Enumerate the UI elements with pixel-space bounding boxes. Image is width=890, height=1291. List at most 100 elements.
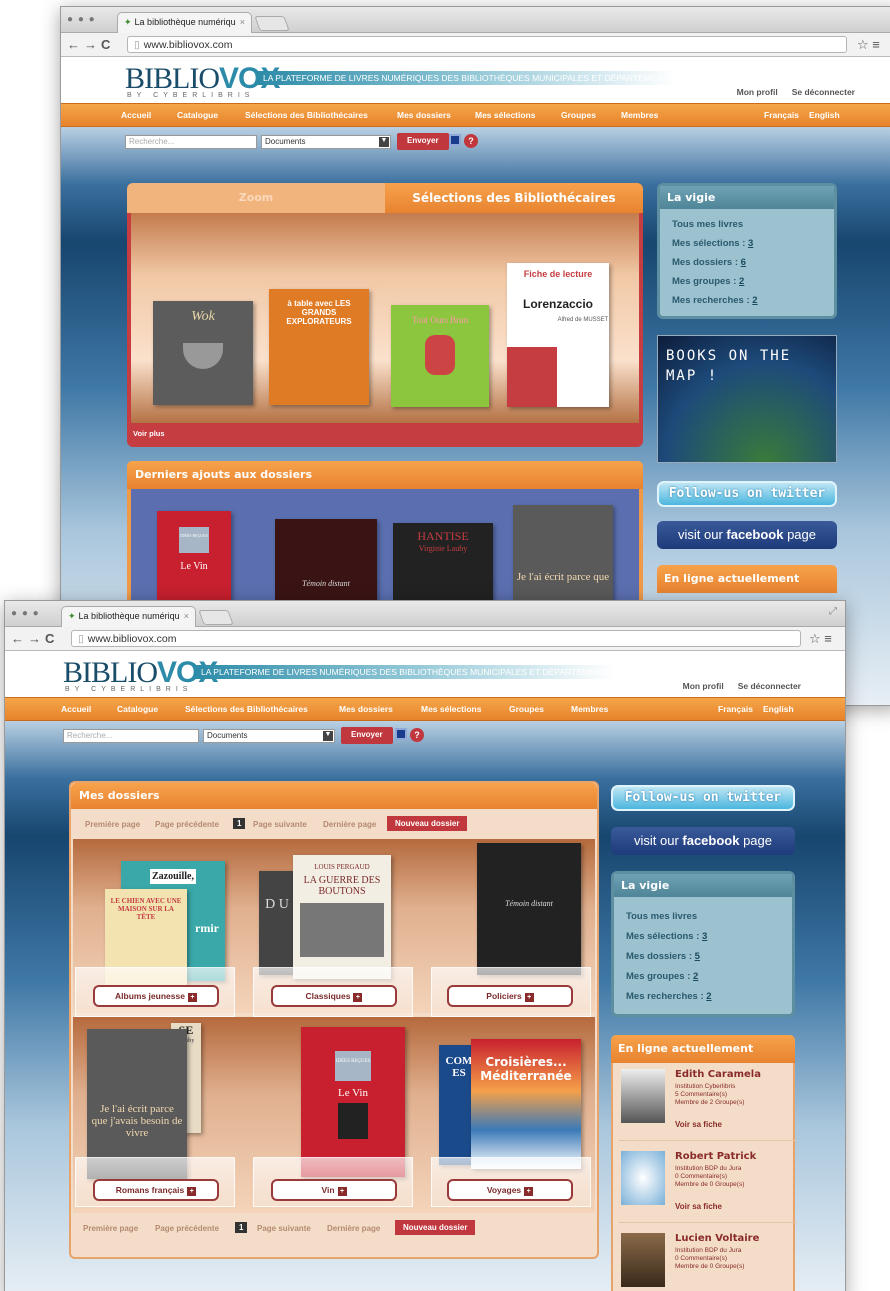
vigie-tous-mes-livres[interactable]: Tous mes livres bbox=[626, 907, 780, 927]
vigie-mes-recherches[interactable]: Mes recherches : 2 bbox=[626, 987, 780, 1007]
pager-first[interactable]: Première page bbox=[83, 1224, 138, 1233]
menu-mes-selections[interactable]: Mes sélections bbox=[475, 110, 535, 120]
member-name[interactable]: Edith Caramela bbox=[675, 1069, 761, 1080]
menu-accueil[interactable]: Accueil bbox=[121, 110, 151, 120]
book-cover[interactable]: à table avec LES GRANDS EXPLORATEURS bbox=[269, 289, 369, 405]
member-name[interactable]: Robert Patrick bbox=[675, 1151, 756, 1162]
lang-francais[interactable]: Français bbox=[718, 704, 753, 714]
book-cover[interactable]: D U bbox=[259, 871, 295, 975]
dossier-albums-jeunesse[interactable]: Albums jeunesse + bbox=[93, 985, 219, 1007]
address-bar[interactable]: ▯ www.bibliovox.com bbox=[127, 36, 847, 53]
close-tab-icon[interactable]: × bbox=[240, 17, 245, 27]
add-icon[interactable]: + bbox=[187, 1187, 197, 1196]
profile-link[interactable]: Mon profil bbox=[683, 681, 724, 691]
search-button[interactable]: Envoyer bbox=[341, 727, 393, 744]
dossier-romans-francais[interactable]: Romans français + bbox=[93, 1179, 219, 1201]
book-cover[interactable]: Fiche de lecture Lorenzaccio Alfred de M… bbox=[507, 263, 609, 407]
add-icon[interactable]: + bbox=[187, 993, 197, 1002]
menu-mes-dossiers[interactable]: Mes dossiers bbox=[397, 110, 451, 120]
menu-membres[interactable]: Membres bbox=[571, 704, 608, 714]
browser-tab[interactable]: ✦ La bibliothèque numériqu × bbox=[61, 606, 196, 627]
add-icon[interactable]: + bbox=[524, 1187, 534, 1196]
bookmark-star-icon[interactable]: ☆ ≡ bbox=[857, 37, 880, 53]
pager-next[interactable]: Page suivante bbox=[257, 1224, 311, 1233]
help-icon[interactable]: ? bbox=[410, 728, 424, 742]
search-input[interactable]: Recherche... bbox=[125, 135, 257, 149]
menu-groupes[interactable]: Groupes bbox=[509, 704, 544, 714]
book-cover[interactable]: LOUIS PERGAUD LA GUERRE DES BOUTONS bbox=[293, 855, 391, 979]
search-type-select[interactable]: Documents ▼ bbox=[261, 135, 391, 149]
menu-groupes[interactable]: Groupes bbox=[561, 110, 596, 120]
avatar[interactable] bbox=[621, 1069, 665, 1123]
browser-tab[interactable]: ✦ La bibliothèque numériqu × bbox=[117, 12, 252, 33]
dossier-vin[interactable]: Vin + bbox=[271, 1179, 397, 1201]
vigie-mes-dossiers[interactable]: Mes dossiers : 5 bbox=[626, 947, 780, 967]
pager-last[interactable]: Dernière page bbox=[327, 1224, 380, 1233]
facebook-button[interactable]: visit our facebook page bbox=[657, 521, 837, 549]
menu-catalogue[interactable]: Catalogue bbox=[117, 704, 158, 714]
add-icon[interactable]: + bbox=[524, 993, 534, 1002]
close-tab-icon[interactable]: × bbox=[184, 611, 189, 621]
menu-selections-bibliothecaires[interactable]: Sélections des Bibliothécaires bbox=[245, 110, 368, 120]
menu-catalogue[interactable]: Catalogue bbox=[177, 110, 218, 120]
bookmark-star-icon[interactable]: ☆ ≡ bbox=[809, 631, 832, 647]
voir-sa-fiche-link[interactable]: Voir sa fiche bbox=[675, 1202, 722, 1211]
help-icon[interactable]: ? bbox=[464, 134, 478, 148]
avatar[interactable] bbox=[621, 1151, 665, 1205]
add-icon[interactable]: + bbox=[353, 993, 363, 1002]
dossier-voyages[interactable]: Voyages + bbox=[447, 1179, 573, 1201]
nouveau-dossier-button[interactable]: Nouveau dossier bbox=[395, 1220, 476, 1235]
save-icon[interactable] bbox=[449, 134, 461, 146]
voir-sa-fiche-link[interactable]: Voir sa fiche bbox=[675, 1120, 722, 1129]
menu-membres[interactable]: Membres bbox=[621, 110, 658, 120]
logout-link[interactable]: Se déconnecter bbox=[738, 681, 801, 691]
vigie-tous-mes-livres[interactable]: Tous mes livres bbox=[672, 215, 822, 234]
search-button[interactable]: Envoyer bbox=[397, 133, 449, 150]
facebook-button[interactable]: visit our facebook page bbox=[611, 827, 795, 855]
search-type-select[interactable]: Documents ▼ bbox=[203, 729, 335, 743]
lang-english[interactable]: English bbox=[809, 110, 840, 120]
lang-english[interactable]: English bbox=[763, 704, 794, 714]
address-bar[interactable]: ▯ www.bibliovox.com bbox=[71, 630, 801, 647]
vigie-mes-dossiers[interactable]: Mes dossiers : 6 bbox=[672, 253, 822, 272]
vigie-mes-groupes[interactable]: Mes groupes : 2 bbox=[626, 967, 780, 987]
fullscreen-icon[interactable]: ⤢ bbox=[829, 606, 837, 617]
vigie-mes-recherches[interactable]: Mes recherches : 2 bbox=[672, 291, 822, 310]
menu-mes-selections[interactable]: Mes sélections bbox=[421, 704, 481, 714]
pager-first[interactable]: Première page bbox=[85, 820, 140, 829]
twitter-button[interactable]: Follow-us on twitter bbox=[657, 481, 837, 507]
vigie-mes-selections[interactable]: Mes sélections : 3 bbox=[626, 927, 780, 947]
search-input[interactable]: Recherche... bbox=[63, 729, 199, 743]
book-cover[interactable]: Tout Ours Brun bbox=[391, 305, 489, 407]
pager-prev[interactable]: Page précédente bbox=[155, 1224, 219, 1233]
vigie-mes-selections[interactable]: Mes sélections : 3 bbox=[672, 234, 822, 253]
tab-selections-bibliothecaires[interactable]: Sélections des Bibliothécaires bbox=[385, 183, 643, 213]
tab-zoom[interactable]: Zoom bbox=[127, 183, 385, 213]
dossier-classiques[interactable]: Classiques + bbox=[271, 985, 397, 1007]
books-on-the-map-banner[interactable]: BOOKS ON THE MAP ! bbox=[657, 335, 837, 463]
profile-link[interactable]: Mon profil bbox=[737, 87, 778, 97]
save-icon[interactable] bbox=[395, 728, 407, 740]
dossier-policiers[interactable]: Policiers + bbox=[447, 985, 573, 1007]
new-tab-button[interactable] bbox=[254, 16, 290, 31]
vigie-mes-groupes[interactable]: Mes groupes : 2 bbox=[672, 272, 822, 291]
lang-francais[interactable]: Français bbox=[764, 110, 799, 120]
window-controls[interactable]: ● ● ● bbox=[11, 608, 40, 619]
book-cover[interactable]: IDÉES REÇUES Le Vin bbox=[301, 1027, 405, 1177]
new-tab-button[interactable] bbox=[198, 610, 234, 625]
book-cover[interactable]: Wok bbox=[153, 301, 253, 405]
pager-last[interactable]: Dernière page bbox=[323, 820, 376, 829]
avatar[interactable] bbox=[621, 1233, 665, 1287]
pager-prev[interactable]: Page précédente bbox=[155, 820, 219, 829]
menu-accueil[interactable]: Accueil bbox=[61, 704, 91, 714]
nav-buttons[interactable]: ←→C bbox=[67, 37, 114, 52]
book-cover[interactable]: Témoin distant bbox=[477, 843, 581, 975]
menu-mes-dossiers[interactable]: Mes dossiers bbox=[339, 704, 393, 714]
window-controls[interactable]: ● ● ● bbox=[67, 14, 96, 25]
logout-link[interactable]: Se déconnecter bbox=[792, 87, 855, 97]
pager-next[interactable]: Page suivante bbox=[253, 820, 307, 829]
member-name[interactable]: Lucien Voltaire bbox=[675, 1233, 759, 1244]
twitter-button[interactable]: Follow-us on twitter bbox=[611, 785, 795, 811]
menu-selections-bibliothecaires[interactable]: Sélections des Bibliothécaires bbox=[185, 704, 308, 714]
voir-plus-link[interactable]: Voir plus bbox=[133, 429, 165, 438]
